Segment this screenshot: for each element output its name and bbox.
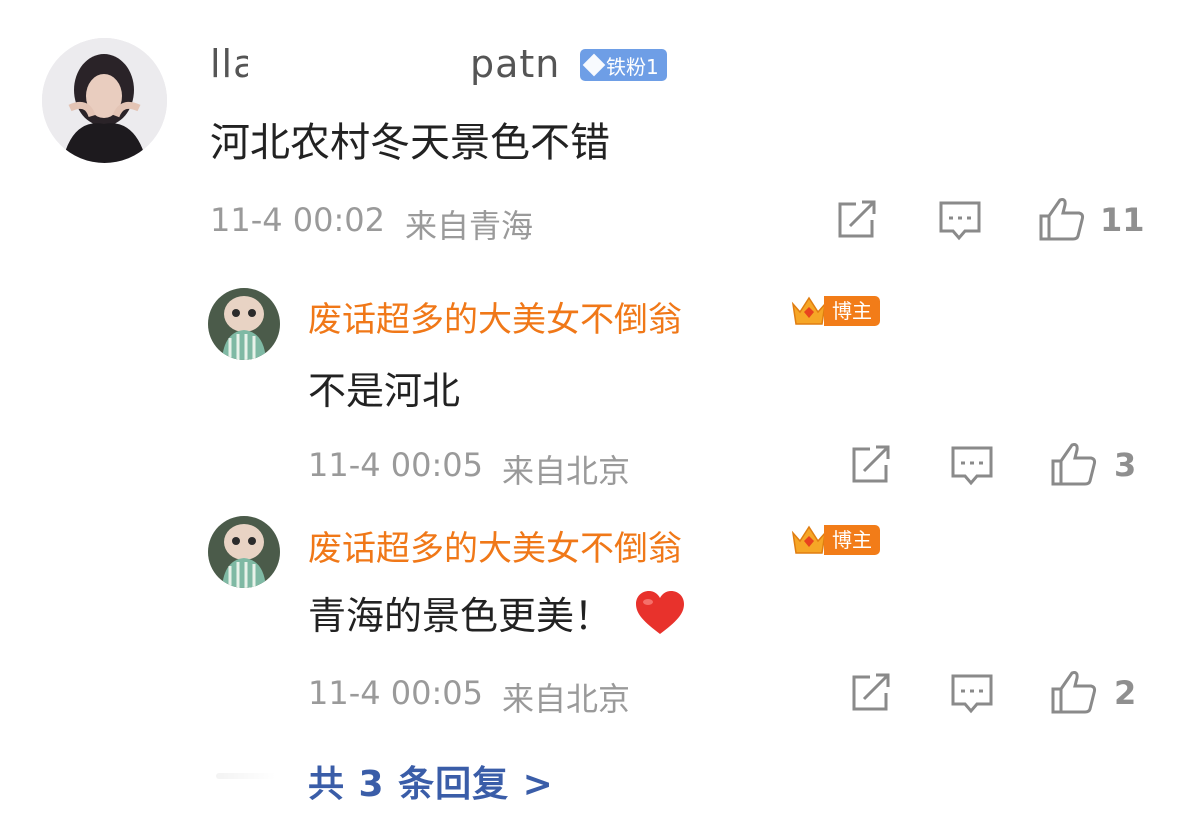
commenter-username-tail[interactable]: patn xyxy=(470,42,560,86)
like-count: 2 xyxy=(1114,674,1137,712)
fan-badge-label: 铁粉1 xyxy=(606,54,659,79)
like-icon[interactable] xyxy=(1050,441,1098,487)
blogger-badge[interactable]: 博主 xyxy=(790,524,880,556)
like-count: 11 xyxy=(1100,201,1145,239)
reply-avatar[interactable] xyxy=(208,288,280,360)
blogger-badge[interactable]: 博主 xyxy=(790,295,880,327)
blogger-badge-label: 博主 xyxy=(824,296,880,326)
blogger-badge-label: 博主 xyxy=(824,525,880,555)
comment-text: 河北农村冬天景色不错 xyxy=(210,120,610,166)
view-all-replies-link[interactable]: 共 3 条回复 > xyxy=(308,755,554,807)
comment-time: 11-4 00:02 xyxy=(210,201,386,239)
comment-location: 来自青海 xyxy=(405,207,534,245)
like-icon[interactable] xyxy=(1050,669,1098,715)
reply-time: 11-4 00:05 xyxy=(308,674,484,712)
share-icon[interactable] xyxy=(850,673,894,713)
comment-icon[interactable] xyxy=(950,445,994,487)
comment-icon[interactable] xyxy=(938,200,982,242)
fan-level-badge[interactable]: 铁粉1 xyxy=(580,49,667,81)
reply-text-row: 青海的景色更美！ xyxy=(308,585,686,640)
reply-location: 来自北京 xyxy=(502,680,631,718)
reply-avatar[interactable] xyxy=(208,516,280,588)
reply-author-name[interactable]: 废话超多的大美女不倒翁 xyxy=(308,292,682,341)
share-icon[interactable] xyxy=(850,445,894,485)
reply-divider xyxy=(216,773,276,779)
reply-time: 11-4 00:05 xyxy=(308,446,484,484)
reply-author-name[interactable]: 废话超多的大美女不倒翁 xyxy=(308,521,682,570)
reply-text: 不是河北 xyxy=(308,369,461,413)
crown-icon xyxy=(791,296,827,325)
like-icon[interactable] xyxy=(1038,196,1086,242)
crown-icon xyxy=(791,525,827,554)
username-obscured-region xyxy=(248,48,366,88)
reply-text-row: 不是河北 xyxy=(308,360,460,415)
share-icon[interactable] xyxy=(836,200,880,240)
comment-icon[interactable] xyxy=(950,673,994,715)
reply-location: 来自北京 xyxy=(502,452,631,490)
diamond-icon xyxy=(582,53,606,77)
reply-text: 青海的景色更美！ xyxy=(308,594,613,638)
like-count: 3 xyxy=(1114,446,1137,484)
commenter-avatar[interactable] xyxy=(42,38,167,163)
heart-emoji-icon xyxy=(636,590,685,634)
